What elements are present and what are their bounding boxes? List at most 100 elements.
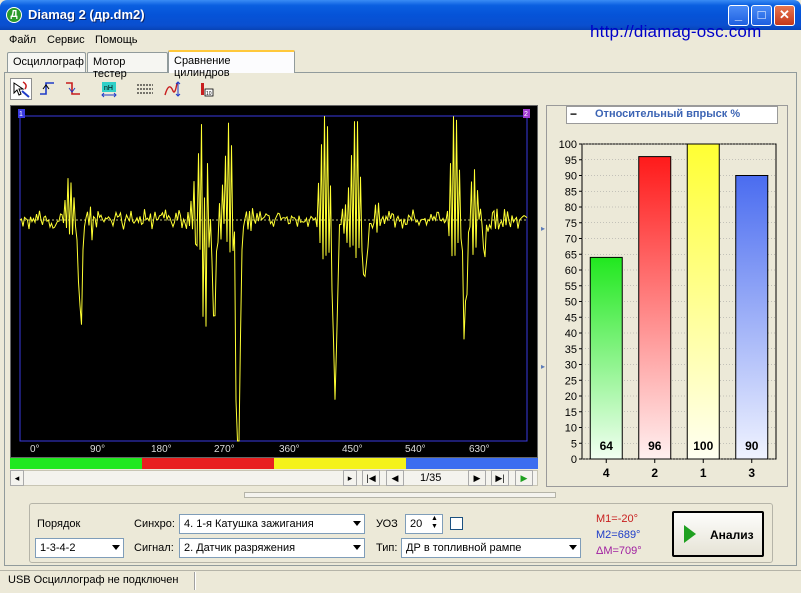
- last-frame-icon[interactable]: ▶|: [491, 470, 509, 486]
- type-select[interactable]: ДР в топливной рампе: [401, 538, 581, 558]
- y-tick-label: 35: [565, 344, 577, 356]
- y-tick-label: 30: [565, 360, 577, 372]
- y-tick-label: 25: [565, 375, 577, 387]
- cursor-pick-icon[interactable]: [10, 78, 32, 100]
- uoz-value: 20: [410, 518, 423, 530]
- degree-label: 450°: [342, 444, 363, 455]
- tab-cylinder-compare[interactable]: Сравнение цилиндров: [168, 50, 295, 79]
- svg-text:10: 10: [206, 91, 212, 97]
- close-button[interactable]: ✕: [774, 5, 795, 26]
- sync-select[interactable]: 4. 1-я Катушка зажигания: [179, 514, 365, 534]
- chevron-down-icon: [112, 545, 120, 550]
- cylinder-bar-4: [406, 458, 538, 469]
- window-title: Diamag 2 (др.dm2): [28, 7, 145, 22]
- marker-m1: M1=-20°: [596, 513, 639, 525]
- svg-text:nH: nH: [104, 85, 113, 92]
- y-tick-label: 55: [565, 281, 577, 293]
- degree-label: 630°: [469, 444, 490, 455]
- first-frame-icon[interactable]: |◀: [362, 470, 380, 486]
- order-select[interactable]: 1-3-4-2: [35, 538, 124, 558]
- next-frame-icon[interactable]: ▶: [468, 470, 486, 486]
- chevron-down-icon: [569, 545, 577, 550]
- marker-delta: ΔM=709°: [596, 545, 642, 557]
- bar-cylinder-1: [686, 143, 720, 460]
- type-value: ДР в топливной рампе: [406, 542, 522, 554]
- degree-label: 180°: [151, 444, 172, 455]
- x-tick-label: 1: [700, 466, 707, 480]
- marker-m2: M2=689°: [596, 529, 641, 541]
- bar-value-label: 96: [648, 439, 662, 453]
- play-icon: [684, 525, 696, 543]
- scroll-left-icon[interactable]: ◂: [10, 470, 24, 486]
- x-tick-label: 2: [651, 466, 658, 480]
- timebase-icon[interactable]: nH: [98, 78, 120, 100]
- uoz-checkbox[interactable]: [450, 517, 463, 530]
- tab-oscilloscope[interactable]: Осциллограф: [7, 52, 86, 72]
- y-tick-label: 80: [565, 202, 577, 214]
- y-tick-label: 75: [565, 218, 577, 230]
- sync-edge-down-icon[interactable]: [62, 78, 84, 100]
- horizontal-splitter[interactable]: [244, 492, 556, 498]
- bar-cylinder-4: [589, 256, 623, 460]
- degree-label: 270°: [214, 444, 235, 455]
- frame-counter: 1/35: [420, 472, 442, 484]
- y-tick-label: 5: [571, 438, 577, 450]
- y-tick-label: 15: [565, 407, 577, 419]
- app-icon: Д: [6, 7, 22, 23]
- signal-label: Сигнал:: [134, 542, 174, 554]
- signal-value: 2. Датчик разряжения: [184, 542, 296, 554]
- splitter-arrow-icon[interactable]: ▸: [541, 224, 545, 233]
- signal-trace: [19, 115, 528, 442]
- bar-value-label: 90: [745, 439, 759, 453]
- x-tick-label: 4: [603, 466, 610, 480]
- play-icon[interactable]: ▶: [515, 470, 533, 486]
- y-tick-label: 60: [565, 265, 577, 277]
- order-label: Порядок: [37, 518, 81, 530]
- chevron-down-icon: [353, 545, 361, 550]
- y-tick-label: 100: [559, 139, 577, 151]
- marker-values: M1=-20° M2=689° ΔM=709°: [596, 511, 642, 559]
- y-tick-label: 85: [565, 186, 577, 198]
- cylinder-bar-3: [274, 458, 406, 469]
- level-meter-icon[interactable]: 10: [196, 78, 218, 100]
- y-tick-label: 90: [565, 171, 577, 183]
- sync-value: 4. 1-я Катушка зажигания: [184, 518, 314, 530]
- cylinder-bar-1: [10, 458, 142, 469]
- signal-select[interactable]: 2. Датчик разряжения: [179, 538, 365, 558]
- menu-help[interactable]: Помощь: [95, 34, 138, 46]
- uoz-label: УОЗ: [376, 518, 398, 530]
- y-tick-label: 45: [565, 312, 577, 324]
- cylinder-bar-2: [142, 458, 274, 469]
- analyze-button[interactable]: Анализ: [672, 511, 764, 557]
- sync-edge-up-icon[interactable]: [36, 78, 58, 100]
- grid-lines-icon[interactable]: [134, 78, 156, 100]
- status-text: USB Осциллограф не подключен: [8, 574, 179, 586]
- scope-scrollbar[interactable]: [10, 470, 538, 486]
- scroll-right-icon[interactable]: ▸: [343, 470, 357, 486]
- y-tick-label: 65: [565, 249, 577, 261]
- bar-value-label: 100: [693, 439, 713, 453]
- y-tick-label: 50: [565, 297, 577, 309]
- x-tick-label: 3: [748, 466, 755, 480]
- injection-bar-chart: 0 5 10 15 20 25 30 35 40 45 50 55 60 65 70 75 80 85 90 95 10…: [559, 139, 777, 480]
- degree-label: 0°: [30, 444, 40, 455]
- order-value: 1-3-4-2: [40, 542, 76, 554]
- stepper-arrows-icon[interactable]: ▲ ▼: [431, 515, 438, 531]
- amplitude-scale-icon[interactable]: [160, 78, 182, 100]
- degree-label: 360°: [279, 444, 300, 455]
- prev-frame-icon[interactable]: ◀: [386, 470, 404, 486]
- status-separator: [194, 572, 196, 590]
- y-tick-label: 95: [565, 155, 577, 167]
- y-tick-label: 20: [565, 391, 577, 403]
- chart-collapse-button[interactable]: −: [570, 107, 577, 121]
- bar-cylinder-3: [735, 175, 769, 460]
- menu-service[interactable]: Сервис: [47, 34, 85, 46]
- menu-file[interactable]: Файл: [9, 34, 36, 46]
- y-tick-label: 40: [565, 328, 577, 340]
- degree-label: 540°: [405, 444, 426, 455]
- y-tick-label: 70: [565, 234, 577, 246]
- splitter-arrow-icon[interactable]: ▸: [541, 362, 545, 371]
- bar-cylinder-2: [638, 156, 672, 460]
- tab-motor-tester[interactable]: Мотор тестер: [87, 52, 168, 80]
- oscilloscope-trace-area[interactable]: 1 2: [10, 105, 538, 458]
